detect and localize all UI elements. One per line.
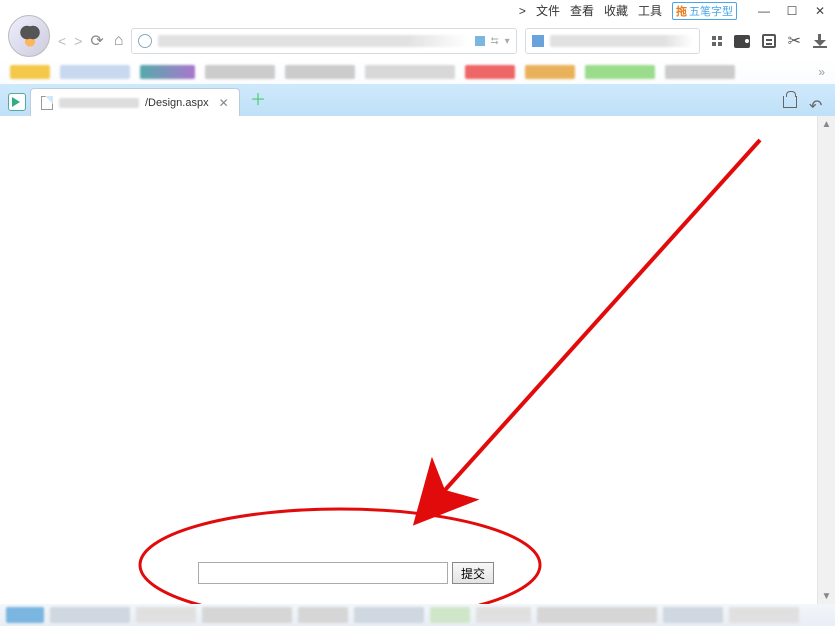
taskbar-item[interactable] [202, 607, 292, 623]
toolbar: < > ⟳ ⌂ ⮀ ▾ ✂ [0, 22, 835, 60]
bookmark-item[interactable] [285, 65, 355, 79]
nav-back-icon[interactable]: < [58, 33, 66, 49]
search-text-blurred [550, 35, 693, 47]
tab-title-blurred [59, 98, 139, 108]
scroll-up-icon[interactable]: ▲ [818, 116, 835, 132]
menu-file[interactable]: 文件 [536, 2, 560, 19]
bookmark-item[interactable] [525, 65, 575, 79]
page-content: 提交 [0, 116, 817, 604]
taskbar-item[interactable] [50, 607, 130, 623]
taskbar-item[interactable] [136, 607, 196, 623]
scroll-down-icon[interactable]: ▼ [818, 588, 835, 604]
restore-tab-icon[interactable] [809, 96, 827, 110]
bookmarks-overflow-icon[interactable]: » [818, 65, 825, 79]
site-shield-icon [138, 34, 152, 48]
wallet-icon[interactable] [734, 35, 750, 48]
ime-badge[interactable]: 拖五笔字型 [672, 2, 737, 20]
bookmark-item[interactable] [10, 65, 50, 79]
menu-tools[interactable]: 工具 [638, 2, 662, 19]
submit-button[interactable]: 提交 [452, 562, 494, 584]
window-maximize-icon[interactable]: ☐ [785, 4, 799, 18]
addr-dropdown-icon[interactable]: ▾ [505, 36, 510, 47]
menu-chevron[interactable]: > [519, 4, 526, 18]
bookmark-item[interactable] [585, 65, 655, 79]
window-close-icon[interactable]: ✕ [813, 4, 827, 18]
addr-favicon [475, 36, 485, 46]
bookmark-item[interactable] [140, 65, 195, 79]
bookmark-item[interactable] [205, 65, 275, 79]
text-input[interactable] [198, 562, 448, 584]
menu-favorites[interactable]: 收藏 [604, 2, 628, 19]
new-tab-icon[interactable]: ＋ [250, 86, 266, 110]
bookmark-item[interactable] [465, 65, 515, 79]
download-icon[interactable] [813, 34, 827, 48]
nav-forward-icon[interactable]: > [74, 33, 82, 49]
bookmark-item[interactable] [365, 65, 455, 79]
vertical-scrollbar[interactable]: ▲ ▼ [817, 116, 835, 604]
apps-grid-icon[interactable] [712, 36, 722, 46]
home-icon[interactable]: ⌂ [114, 32, 124, 50]
avatar[interactable] [8, 15, 50, 57]
tab-close-icon[interactable]: ✕ [219, 96, 229, 110]
tab-strip: /Design.aspx ✕ ＋ [0, 84, 835, 116]
scissors-icon[interactable]: ✂ [788, 31, 801, 51]
taskbar [0, 604, 835, 626]
taskbar-item[interactable] [298, 607, 348, 623]
window-minimize-icon[interactable]: — [757, 4, 771, 18]
taskbar-item[interactable] [354, 607, 424, 623]
search-engine-icon [532, 35, 544, 47]
shopping-icon[interactable] [783, 96, 797, 108]
bookmark-item[interactable] [665, 65, 735, 79]
taskbar-item[interactable] [476, 607, 531, 623]
bookmarks-bar: » [0, 60, 835, 84]
taskbar-item[interactable] [663, 607, 723, 623]
taskbar-item[interactable] [729, 607, 799, 623]
taskbar-item[interactable] [430, 607, 470, 623]
reload-icon[interactable]: ⟳ [90, 31, 103, 51]
search-bar[interactable] [525, 28, 700, 54]
menu-view[interactable]: 查看 [570, 2, 594, 19]
page-icon [41, 96, 53, 110]
bookmark-item[interactable] [60, 65, 130, 79]
taskbar-item[interactable] [6, 607, 44, 623]
address-text-blurred [158, 35, 468, 47]
taskbar-item[interactable] [537, 607, 657, 623]
sidebar-toggle-icon[interactable] [8, 93, 26, 111]
addr-chevron-icon[interactable]: ⮀ [491, 36, 499, 47]
tab-title-suffix: /Design.aspx [145, 97, 209, 109]
menu-bar: > 文件 查看 收藏 工具 拖五笔字型 — ☐ ✕ [0, 0, 835, 22]
tab-active[interactable]: /Design.aspx ✕ [30, 88, 240, 116]
reader-icon[interactable] [762, 34, 776, 48]
form-area: 提交 [198, 562, 494, 584]
address-bar[interactable]: ⮀ ▾ [131, 28, 516, 54]
